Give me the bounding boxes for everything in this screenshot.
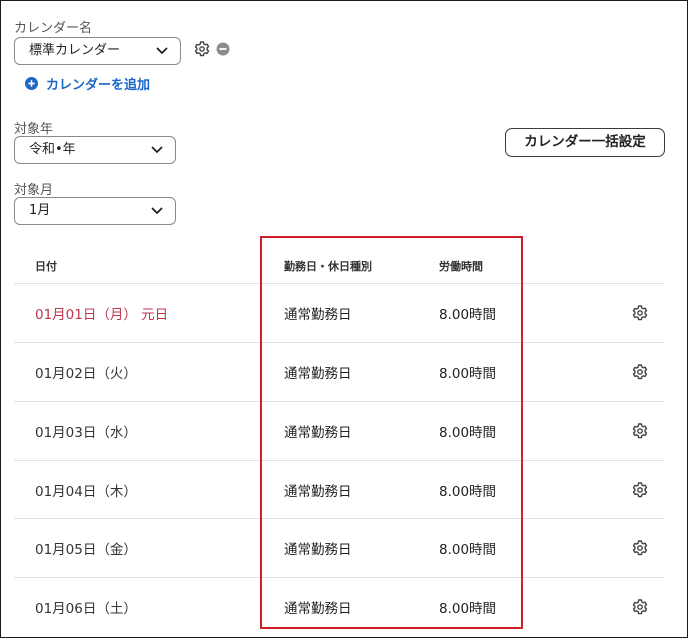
- gear-icon[interactable]: [632, 482, 648, 498]
- target-month-label: 対象月: [14, 183, 54, 198]
- row-date: 01月02日（火）: [35, 366, 137, 382]
- column-header-working-hours: 労働時間: [439, 260, 483, 273]
- target-month-select[interactable]: 1月: [14, 197, 176, 225]
- gear-icon[interactable]: [632, 599, 648, 615]
- row-day-type: 通常勤務日: [284, 601, 352, 617]
- chevron-down-icon: [156, 47, 168, 54]
- table-row: 01月02日（火） 通常勤務日 8.00時間: [14, 342, 665, 401]
- calendar-name-label: カレンダー名: [14, 21, 93, 36]
- row-working-hours: 8.00時間: [439, 366, 497, 382]
- row-day-type: 通常勤務日: [284, 425, 352, 441]
- target-year-label: 対象年: [14, 122, 54, 137]
- table-row: 01月06日（土） 通常勤務日 8.00時間: [14, 577, 665, 636]
- column-header-date: 日付: [35, 260, 57, 273]
- row-day-type: 通常勤務日: [284, 484, 352, 500]
- chevron-down-icon: [151, 207, 163, 214]
- row-working-hours: 8.00時間: [439, 542, 497, 558]
- row-date: 01月05日（金）: [35, 542, 137, 558]
- row-date: 01月03日（水）: [35, 425, 137, 441]
- row-date: 01月01日（月） 元日: [35, 307, 169, 323]
- target-month-value: 1月: [29, 203, 51, 218]
- row-date: 01月06日（土）: [35, 601, 137, 617]
- column-header-day-type: 勤務日・休日種別: [284, 260, 372, 273]
- row-working-hours: 8.00時間: [439, 484, 497, 500]
- table-row: 01月03日（水） 通常勤務日 8.00時間: [14, 401, 665, 460]
- gear-icon[interactable]: [632, 305, 648, 321]
- gear-icon[interactable]: [194, 41, 210, 57]
- table-row: 01月05日（金） 通常勤務日 8.00時間: [14, 518, 665, 577]
- row-day-type: 通常勤務日: [284, 307, 352, 323]
- calendar-select[interactable]: 標準カレンダー: [14, 37, 181, 65]
- calendar-bulk-setting-button[interactable]: カレンダー一括設定: [505, 128, 665, 157]
- calendar-select-value: 標準カレンダー: [29, 43, 121, 58]
- table-row: 01月01日（月） 元日 通常勤務日 8.00時間: [14, 283, 665, 342]
- row-working-hours: 8.00時間: [439, 425, 497, 441]
- add-calendar-label: カレンダーを追加: [46, 77, 151, 93]
- gear-icon[interactable]: [632, 540, 648, 556]
- row-day-type: 通常勤務日: [284, 366, 352, 382]
- plus-circle-icon: [25, 76, 38, 90]
- gear-icon[interactable]: [632, 364, 648, 380]
- target-year-value: 令和•年: [29, 142, 76, 157]
- add-calendar-link[interactable]: カレンダーを追加: [25, 74, 151, 93]
- row-working-hours: 8.00時間: [439, 307, 497, 323]
- remove-icon[interactable]: [216, 42, 230, 56]
- row-day-type: 通常勤務日: [284, 542, 352, 558]
- target-year-select[interactable]: 令和•年: [14, 136, 176, 164]
- table-row: 01月04日（木） 通常勤務日 8.00時間: [14, 460, 665, 519]
- chevron-down-icon: [151, 146, 163, 153]
- row-date: 01月04日（木）: [35, 484, 137, 500]
- gear-icon[interactable]: [632, 423, 648, 439]
- row-working-hours: 8.00時間: [439, 601, 497, 617]
